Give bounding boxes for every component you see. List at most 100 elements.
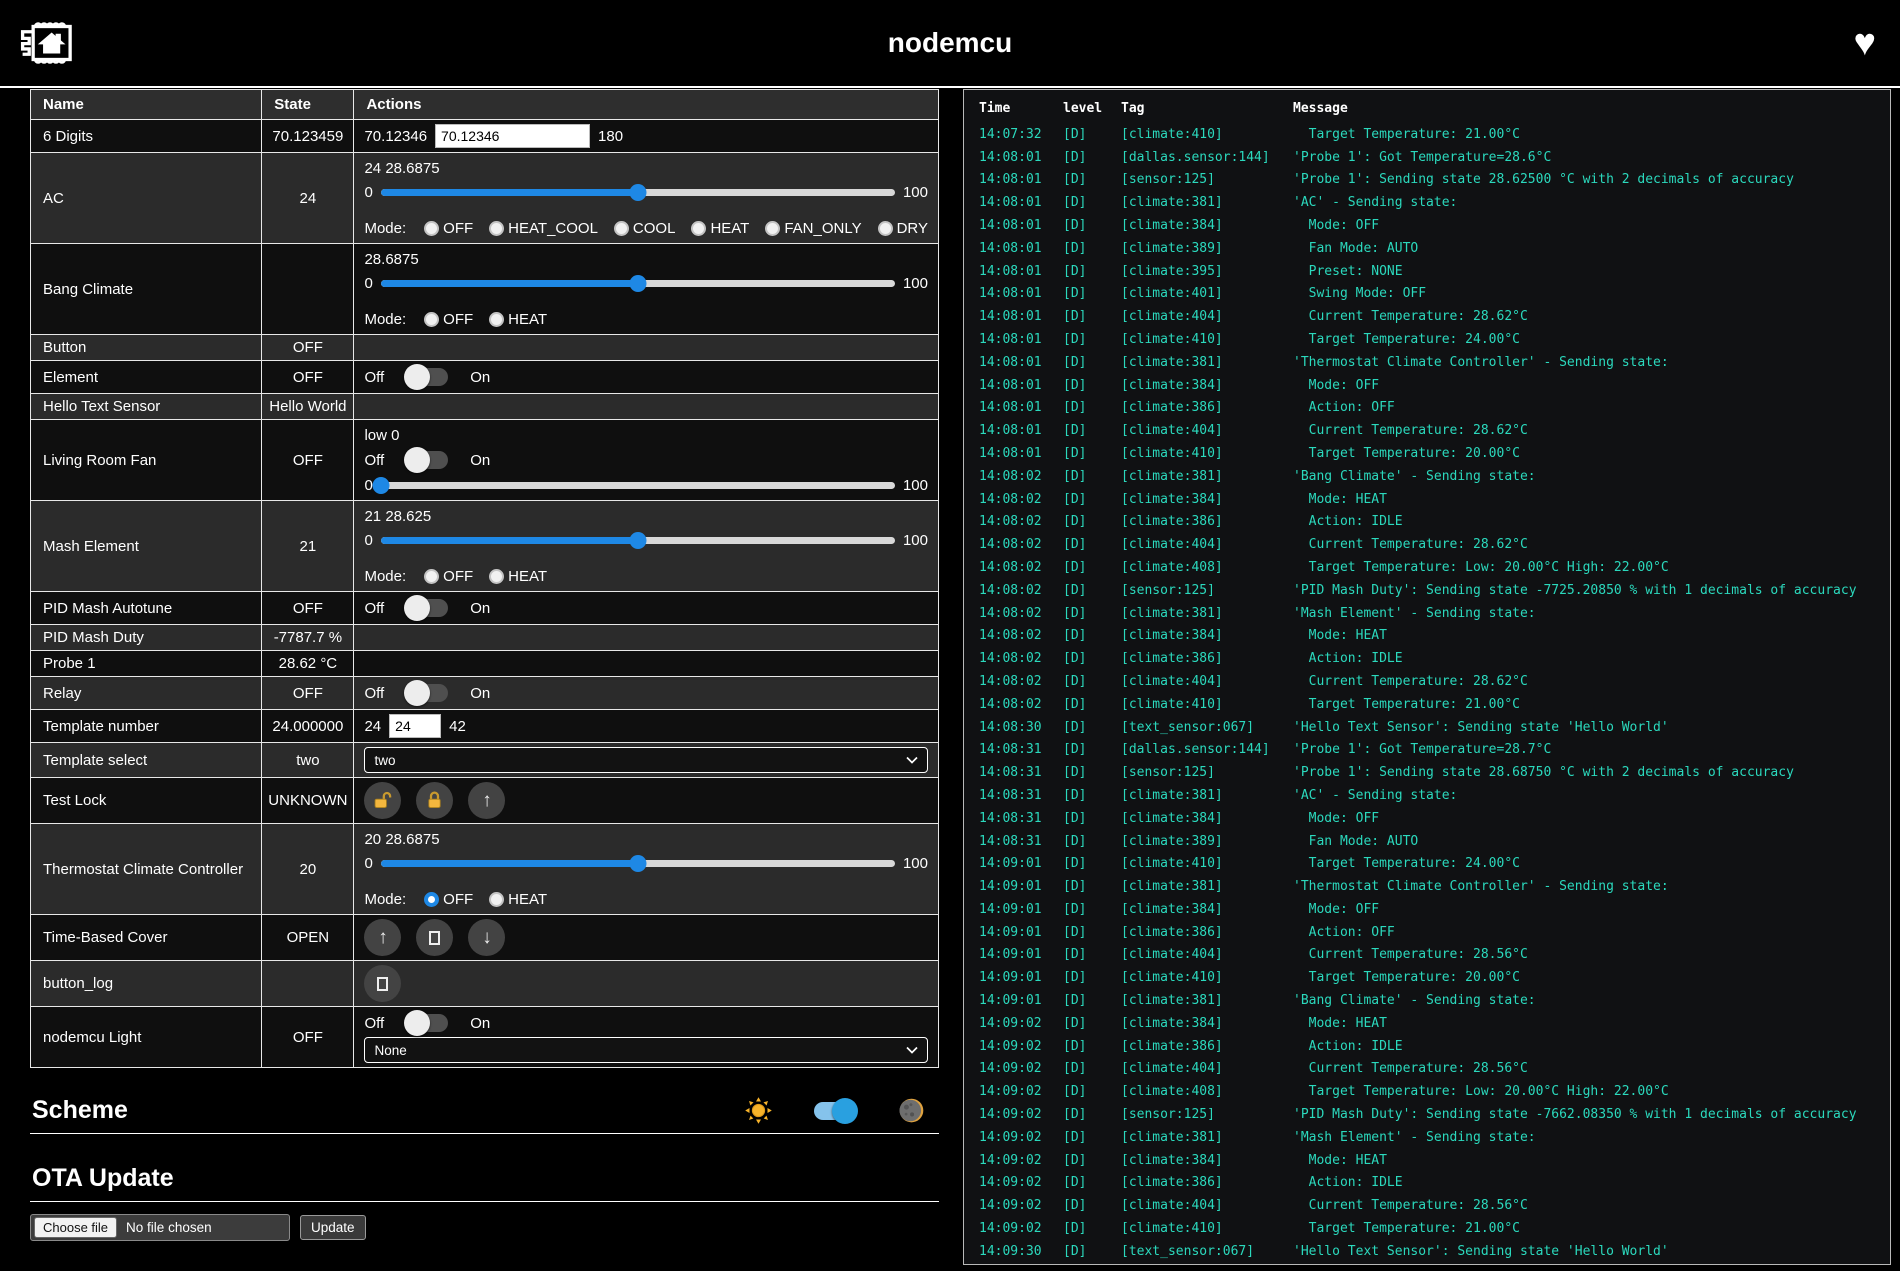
file-input[interactable]: Choose file No file chosen bbox=[30, 1214, 290, 1241]
slider[interactable] bbox=[381, 275, 895, 291]
toggle-switch[interactable] bbox=[406, 368, 448, 386]
choose-file-button[interactable]: Choose file bbox=[34, 1217, 117, 1238]
slider[interactable] bbox=[381, 184, 895, 200]
radio-button[interactable] bbox=[614, 221, 629, 236]
radio-button[interactable] bbox=[691, 221, 706, 236]
slider-thumb[interactable] bbox=[372, 477, 389, 494]
radio-button[interactable] bbox=[424, 221, 439, 236]
mode-option-label: HEAT bbox=[508, 568, 547, 585]
stop-button[interactable] bbox=[416, 919, 453, 956]
mode-radio-option[interactable]: HEAT bbox=[489, 891, 547, 908]
log-level: [D] bbox=[1063, 1081, 1121, 1104]
mode-radio-option[interactable]: OFF bbox=[424, 568, 473, 585]
number-input[interactable] bbox=[389, 714, 441, 738]
log-message: Action: IDLE bbox=[1293, 1036, 1890, 1059]
lock-button[interactable] bbox=[416, 782, 453, 819]
log-row: 14:08:01[D][climate:404] Current Tempera… bbox=[964, 306, 1890, 329]
mode-radio-option[interactable]: OFF bbox=[424, 220, 473, 237]
log-time: 14:07:32 bbox=[979, 124, 1063, 147]
entity-name: Relay bbox=[31, 677, 262, 710]
toggle-switch[interactable] bbox=[406, 599, 448, 617]
entity-name: Element bbox=[31, 361, 262, 394]
number-input[interactable] bbox=[435, 124, 590, 148]
update-button[interactable]: Update bbox=[300, 1215, 366, 1240]
action-line: OffOn bbox=[364, 448, 928, 472]
unlock-button[interactable] bbox=[364, 782, 401, 819]
stop-button[interactable] bbox=[364, 965, 401, 1002]
toggle-switch[interactable] bbox=[406, 1014, 448, 1032]
mode-radio-option[interactable]: HEAT bbox=[691, 220, 749, 237]
radio-button[interactable] bbox=[489, 312, 504, 327]
slider[interactable] bbox=[381, 855, 895, 871]
select-dropdown[interactable]: two bbox=[364, 747, 928, 773]
slider-thumb[interactable] bbox=[629, 532, 646, 549]
table-row: Bang Climate28.68750100Mode:OFFHEAT bbox=[31, 244, 939, 335]
log-row: 14:08:31[D][sensor:125]'Probe 1': Sendin… bbox=[964, 762, 1890, 785]
entity-state: 20 bbox=[262, 824, 354, 915]
radio-button[interactable] bbox=[424, 569, 439, 584]
mode-radio-option[interactable]: HEAT bbox=[489, 568, 547, 585]
radio-button[interactable] bbox=[489, 221, 504, 236]
log-level: [D] bbox=[1063, 1013, 1121, 1036]
table-row: ElementOFFOffOn bbox=[31, 361, 939, 394]
radio-button[interactable] bbox=[424, 312, 439, 327]
log-time: 14:09:01 bbox=[979, 853, 1063, 876]
log-time: 14:08:01 bbox=[979, 443, 1063, 466]
log-level: [D] bbox=[1063, 717, 1121, 740]
entity-name: Probe 1 bbox=[31, 651, 262, 677]
log-message: 'Probe 1': Sending state 28.62500 °C wit… bbox=[1293, 169, 1890, 192]
arrow-down-button[interactable]: ↓ bbox=[468, 919, 505, 956]
slider[interactable] bbox=[381, 477, 895, 493]
select-dropdown[interactable]: None bbox=[364, 1037, 928, 1063]
log-message: Mode: HEAT bbox=[1293, 625, 1890, 648]
action-text: low 0 bbox=[364, 427, 399, 444]
log-level: [D] bbox=[1063, 375, 1121, 398]
log-tag: [climate:381] bbox=[1121, 1127, 1293, 1150]
scheme-toggle[interactable] bbox=[814, 1102, 856, 1120]
log-row: 14:09:30[D][text_sensor:067]'Hello Text … bbox=[964, 1241, 1890, 1264]
log-tag: [climate:410] bbox=[1121, 443, 1293, 466]
mode-radio-option[interactable]: FAN_ONLY bbox=[765, 220, 861, 237]
radio-button[interactable] bbox=[765, 221, 780, 236]
log-row: 14:08:02[D][climate:404] Current Tempera… bbox=[964, 671, 1890, 694]
log-row: 14:08:01[D][climate:381]'Thermostat Clim… bbox=[964, 352, 1890, 375]
mode-radio-option[interactable]: HEAT bbox=[489, 311, 547, 328]
arrow-up-button[interactable]: ↑ bbox=[468, 782, 505, 819]
toggle-on-label: On bbox=[470, 685, 490, 702]
log-level: [D] bbox=[1063, 238, 1121, 261]
log-time: 14:08:02 bbox=[979, 580, 1063, 603]
toggle-knob bbox=[404, 680, 430, 706]
log-tag: [climate:408] bbox=[1121, 1081, 1293, 1104]
radio-button[interactable] bbox=[489, 892, 504, 907]
entity-actions: OffOn bbox=[354, 361, 939, 394]
log-tag: [climate:384] bbox=[1121, 489, 1293, 512]
arrow-up-button[interactable]: ↑ bbox=[364, 919, 401, 956]
stop-icon bbox=[377, 977, 388, 991]
slider-thumb[interactable] bbox=[629, 184, 646, 201]
slider-thumb[interactable] bbox=[629, 855, 646, 872]
mode-radio-option[interactable]: OFF bbox=[424, 311, 473, 328]
mode-radio-option[interactable]: COOL bbox=[614, 220, 676, 237]
toggle-switch[interactable] bbox=[406, 451, 448, 469]
log-row: 14:08:31[D][climate:381]'AC' - Sending s… bbox=[964, 785, 1890, 808]
mode-radio-option[interactable]: OFF bbox=[424, 891, 473, 908]
heart-icon: ♥ bbox=[1853, 24, 1884, 62]
toggle-switch[interactable] bbox=[406, 684, 448, 702]
slider-thumb[interactable] bbox=[629, 275, 646, 292]
log-tag: [climate:386] bbox=[1121, 397, 1293, 420]
log-row: 14:09:01[D][climate:381]'Bang Climate' -… bbox=[964, 990, 1890, 1013]
radio-button[interactable] bbox=[878, 221, 893, 236]
radio-button[interactable] bbox=[489, 569, 504, 584]
mode-radio-option[interactable]: DRY bbox=[878, 220, 928, 237]
log-tag: [climate:404] bbox=[1121, 1195, 1293, 1218]
log-level: [D] bbox=[1063, 1058, 1121, 1081]
entity-state: 70.123459 bbox=[262, 120, 354, 153]
slider-track[interactable] bbox=[381, 482, 895, 489]
log-row: 14:09:02[D][sensor:125]'PID Mash Duty': … bbox=[964, 1104, 1890, 1127]
slider[interactable] bbox=[381, 532, 895, 548]
slider-min-label: 0 bbox=[364, 855, 372, 872]
arrow-down-icon: ↓ bbox=[482, 928, 492, 947]
entity-actions: low 0OffOn0100 bbox=[354, 420, 939, 501]
mode-radio-option[interactable]: HEAT_COOL bbox=[489, 220, 598, 237]
radio-button[interactable] bbox=[424, 892, 439, 907]
